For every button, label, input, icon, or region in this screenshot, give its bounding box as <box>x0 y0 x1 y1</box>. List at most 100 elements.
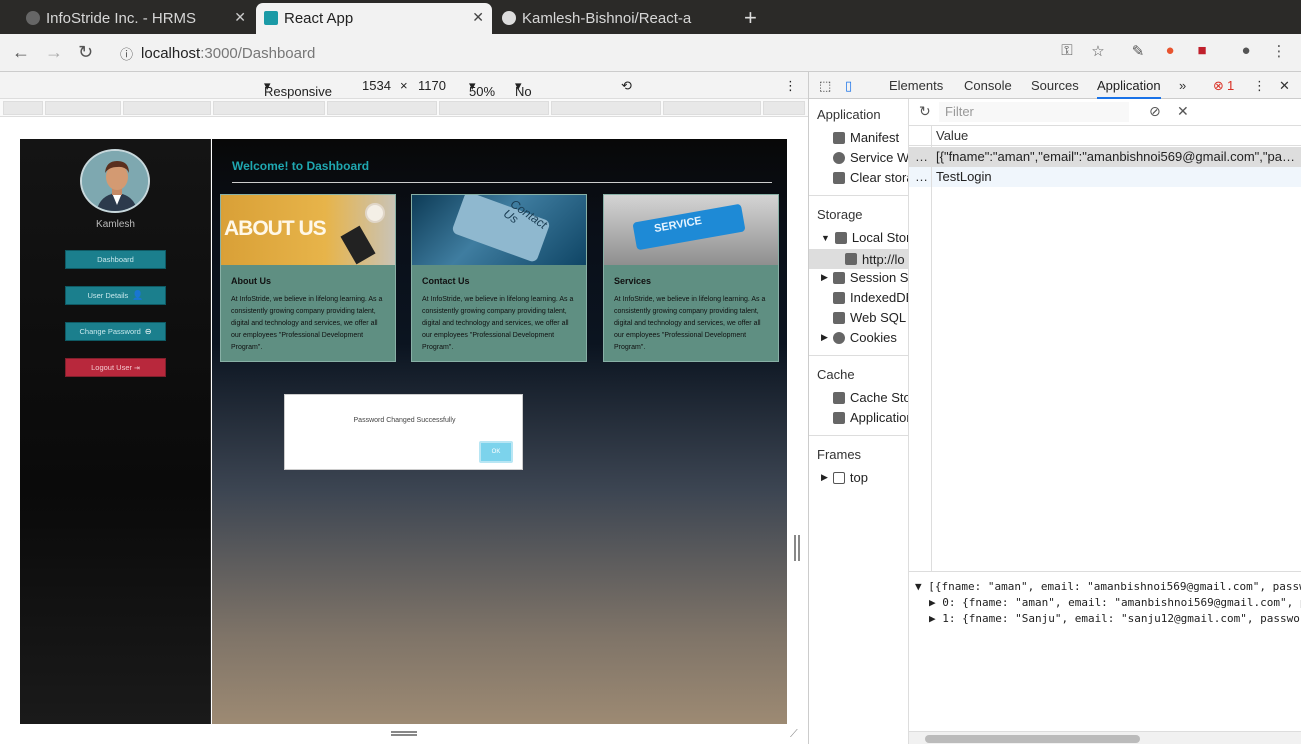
tab-application[interactable]: Application <box>1097 78 1161 99</box>
delete-selected-icon[interactable]: ✕ <box>1177 103 1189 120</box>
tab-elements[interactable]: Elements <box>889 78 943 93</box>
section-storage: Storage <box>817 207 863 222</box>
preview-line[interactable]: ▼ [{fname: "aman", email: "amanbishnoi56… <box>915 580 1301 593</box>
document-icon <box>833 131 845 144</box>
device-mode-select[interactable]: Responsive ▾ <box>264 78 332 99</box>
bottom-resize-handle[interactable] <box>391 731 417 736</box>
reload-icon[interactable]: ↻ <box>78 42 93 63</box>
github-icon <box>502 11 516 25</box>
key-icon[interactable]: ⚿ <box>1058 42 1076 60</box>
devtools-panel: ⬚ ▯ Elements Console Sources Application… <box>808 72 1301 744</box>
star-icon[interactable]: ☆ <box>1089 42 1107 60</box>
preview-line[interactable]: ▶ 1: {fname: "Sanju", email: "sanju12@gm… <box>929 612 1301 625</box>
close-devtools-icon[interactable]: ✕ <box>1279 78 1290 94</box>
inspect-icon[interactable]: ⬚ <box>819 78 831 94</box>
tab-react-app[interactable]: React App ✕ <box>256 3 492 34</box>
sidebar-item-websql[interactable]: Web SQL <box>833 310 906 325</box>
device-toolbar: Responsive ▾ 1534 × 1170 50% ▾ No thrott… <box>0 72 808 114</box>
settings-menu-icon[interactable]: ⋮ <box>1253 78 1266 94</box>
storage-view: ↻ Filter ⊘ ✕ Value … [{"fname":"aman","e… <box>909 99 1301 744</box>
extension-icon[interactable]: ● <box>1161 42 1179 60</box>
tab-title: Kamlesh-Bishnoi/React-a <box>522 10 692 27</box>
rotate-icon[interactable]: ⟲ <box>621 78 632 94</box>
more-tabs-icon[interactable]: » <box>1179 78 1186 93</box>
trash-icon <box>833 171 845 184</box>
browser-toolbar: ← → ↻ ⓘ localhost:3000/Dashboard ⚿ ☆ ✎ ●… <box>0 34 1301 72</box>
error-count: 1 <box>1227 78 1235 93</box>
height-input[interactable]: 1170 <box>418 78 446 93</box>
table-row[interactable]: … TestLogin <box>909 167 1301 187</box>
cookie-icon <box>832 331 845 344</box>
database-icon <box>833 391 845 404</box>
sidebar-item-cache-storage[interactable]: Cache Stor <box>833 390 908 405</box>
sidebar-item-local-storage[interactable]: ▼Local Stora <box>821 230 908 245</box>
card-title: Contact Us <box>422 276 470 286</box>
menu-icon[interactable]: ⋮ <box>1270 42 1288 60</box>
table-header: Value <box>909 126 1301 146</box>
sidebar-item-clear-storage[interactable]: Clear stora <box>833 170 908 185</box>
card-text: At InfoStride, we believe in lifelong le… <box>614 296 766 351</box>
width-input[interactable]: 1534 <box>362 78 391 93</box>
expand-arrow-icon[interactable]: ▶ <box>821 472 828 483</box>
tab-infostride[interactable]: InfoStride Inc. - HRMS ✕ <box>18 3 254 34</box>
react-app: Kamlesh Dashboard User Details 👤 Change P… <box>20 139 787 724</box>
preview-line[interactable]: ▶ 0: {fname: "aman", email: "amanbishnoi… <box>929 596 1301 609</box>
resize-handle[interactable] <box>794 535 800 561</box>
horizontal-scrollbar[interactable] <box>909 731 1301 744</box>
refresh-icon[interactable]: ↻ <box>919 103 931 120</box>
account-icon[interactable]: ● <box>1237 42 1255 60</box>
sidebar-item-application-cache[interactable]: Application <box>833 410 908 425</box>
sidebar-item-indexeddb[interactable]: IndexedDE <box>833 290 908 305</box>
dashboard-button[interactable]: Dashboard <box>65 250 166 269</box>
filter-input[interactable]: Filter <box>939 102 1129 122</box>
divider <box>232 182 772 183</box>
eyedropper-icon[interactable]: ✎ <box>1129 42 1147 60</box>
grid-icon <box>832 271 845 284</box>
corner-resize-icon[interactable]: ⟋ <box>790 728 802 740</box>
expand-arrow-icon[interactable]: ▼ <box>821 233 830 243</box>
sidebar-item-cookies[interactable]: ▶ Cookies <box>821 330 897 345</box>
tab-sources[interactable]: Sources <box>1031 78 1079 93</box>
clear-all-icon[interactable]: ⊘ <box>1149 103 1161 120</box>
new-tab-icon[interactable]: + <box>744 5 757 31</box>
about-us-image: ABOUT US <box>221 195 395 265</box>
card-title: About Us <box>231 276 271 286</box>
more-options-icon[interactable]: ⋮ <box>784 78 797 94</box>
database-icon <box>833 311 845 324</box>
application-sidebar: Application Manifest Service Wo Clear st… <box>809 99 909 744</box>
page-title: Welcome! to Dashboard <box>232 159 370 173</box>
info-icon[interactable]: ⓘ <box>120 44 133 63</box>
extension2-icon[interactable]: ■ <box>1193 42 1211 60</box>
tab-github[interactable]: Kamlesh-Bishnoi/React-a <box>494 3 730 34</box>
expand-arrow-icon[interactable]: ▶ <box>821 272 828 283</box>
tab-console[interactable]: Console <box>964 78 1012 93</box>
throttle-select[interactable]: No throttling ▾ <box>515 78 565 114</box>
sidebar-item-session-storage[interactable]: ▶Session Sto <box>821 270 908 285</box>
storage-toolbar: ↻ Filter ⊘ ✕ <box>909 99 1301 126</box>
sidebar-item-manifest[interactable]: Manifest <box>833 130 899 145</box>
close-icon[interactable]: ✕ <box>234 9 246 26</box>
forward-icon[interactable]: → <box>45 42 63 63</box>
sidebar-item-top-frame[interactable]: ▶ top <box>821 470 868 485</box>
grid-icon <box>834 231 847 244</box>
back-icon[interactable]: ← <box>12 42 30 63</box>
card-text: At InfoStride, we believe in lifelong le… <box>231 296 383 351</box>
zoom-select[interactable]: 50% ▾ <box>469 78 495 99</box>
scrollbar-thumb[interactable] <box>925 735 1140 743</box>
table-row[interactable]: … [{"fname":"aman","email":"amanbishnoi5… <box>909 147 1301 167</box>
ok-button[interactable]: OK <box>479 441 513 463</box>
devtools-tabbar: ⬚ ▯ Elements Console Sources Application… <box>809 72 1301 99</box>
tab-title: InfoStride Inc. - HRMS <box>46 10 197 27</box>
grid-icon <box>833 411 845 424</box>
change-password-button[interactable]: Change Password ⊖ <box>65 322 166 341</box>
expand-arrow-icon[interactable]: ▶ <box>821 332 828 343</box>
address-bar[interactable]: ⓘ localhost:3000/Dashboard <box>110 39 1110 67</box>
error-icon[interactable]: ⊗ <box>1213 78 1224 94</box>
sidebar-item-service-workers[interactable]: Service Wo <box>833 150 908 165</box>
sidebar-item-local-origin[interactable]: http://lo <box>809 249 908 269</box>
logout-button[interactable]: Logout User ⇥ <box>65 358 166 377</box>
close-icon[interactable]: ✕ <box>472 9 484 26</box>
user-details-button[interactable]: User Details 👤 <box>65 286 166 305</box>
device-toggle-icon[interactable]: ▯ <box>845 78 852 94</box>
card-contact-us: Contact Us Contact Us At InfoStride, we … <box>411 194 587 362</box>
